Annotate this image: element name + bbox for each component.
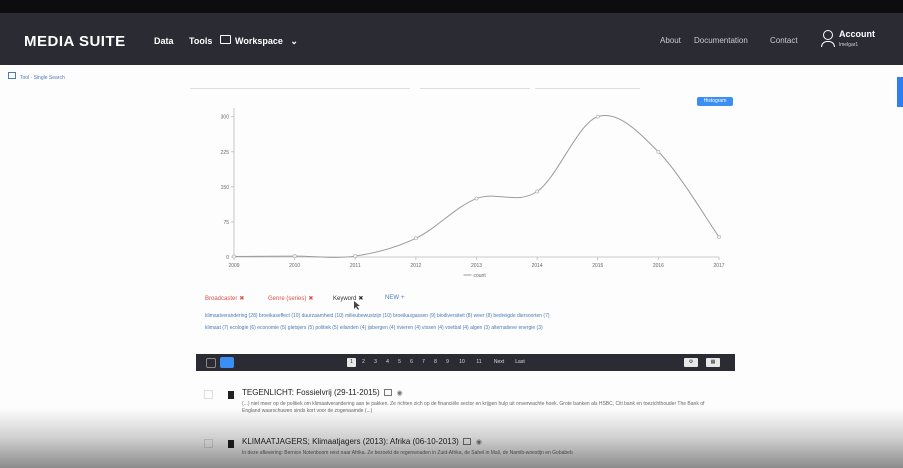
mouse-cursor-icon xyxy=(354,301,360,310)
page-button[interactable]: 6 xyxy=(407,358,416,367)
last-page-button[interactable]: Last xyxy=(512,358,528,367)
page-button[interactable]: 4 xyxy=(383,358,392,367)
timeline-chart: 0 75 150 225 300 2009 2010 2011 2012 2013 2014 2015… xyxy=(221,108,725,279)
result-title[interactable]: KLIMAATJAGERS; Klimaatjagers (2013): Afr… xyxy=(242,437,459,446)
page-button[interactable]: 1 xyxy=(347,358,356,367)
select-all-checkbox[interactable] xyxy=(206,358,216,368)
top-navbar: MEDIA SUITE Data Tools Workspace ⌄ About… xyxy=(0,13,903,65)
account-username: lmelgar1 xyxy=(839,42,859,48)
x-tick-label: 2012 xyxy=(410,263,421,269)
data-point xyxy=(535,189,540,194)
data-point xyxy=(474,196,479,201)
folder-icon xyxy=(220,35,231,44)
close-icon[interactable]: ✖ xyxy=(239,296,244,302)
page-button[interactable]: 9 xyxy=(443,358,452,367)
film-icon[interactable] xyxy=(462,438,471,446)
filter-chip-broadcaster[interactable]: Broadcaster ✖ xyxy=(205,295,244,302)
nav-tools[interactable]: Tools xyxy=(189,36,212,46)
breadcrumb-text[interactable]: Tool · Single Search xyxy=(20,75,65,81)
date-to-field-faded[interactable] xyxy=(535,82,640,89)
page-button[interactable]: 7 xyxy=(419,358,428,367)
x-tick-label: 2013 xyxy=(471,263,482,269)
nav-about[interactable]: About xyxy=(660,36,681,45)
y-tick-label: 225 xyxy=(221,150,230,156)
page-button[interactable]: 3 xyxy=(371,358,380,367)
filter-chip-label: Broadcaster xyxy=(205,296,238,302)
x-tick-label: 2011 xyxy=(350,263,361,269)
calendar-icon[interactable]: ▦ xyxy=(706,358,720,367)
page-button[interactable]: 5 xyxy=(395,358,404,367)
data-point xyxy=(717,234,721,239)
y-tick-label: 150 xyxy=(221,185,230,191)
y-tick-label: 75 xyxy=(223,220,229,226)
filter-chip-genre[interactable]: Genre (series) ✖ xyxy=(268,295,313,302)
result-snippet: In deze aflevering: Bernice Notenboom re… xyxy=(242,450,573,456)
data-point xyxy=(656,149,661,154)
x-tick-label: 2017 xyxy=(713,263,724,269)
result-snippet: (...) niet meer op de politiek om klimaa… xyxy=(242,401,705,414)
x-tick-label: 2015 xyxy=(592,263,603,269)
filter-chip-label: NEW xyxy=(385,295,399,301)
nav-workspace[interactable]: Workspace ⌄ xyxy=(235,36,298,47)
screen-top-border xyxy=(0,0,903,13)
y-tick-label: 0 xyxy=(226,255,229,261)
legend-label: count xyxy=(474,273,487,279)
user-icon xyxy=(821,30,835,47)
result-checkbox[interactable] xyxy=(204,439,213,448)
eye-icon[interactable]: ◉ xyxy=(476,439,482,446)
document-icon xyxy=(228,391,234,399)
keyword-cloud-line-2[interactable]: klimaat (7) ecologie (6) economie (5) gl… xyxy=(205,325,543,331)
results-toolbar: 1 2 3 4 5 6 7 8 9 10 11 Next Last ⚙ ▦ xyxy=(196,354,735,371)
nav-workspace-label: Workspace xyxy=(235,36,283,46)
x-tick-label: 2016 xyxy=(653,263,664,269)
page-button[interactable]: 8 xyxy=(431,358,440,367)
filter-chip-new[interactable]: NEW + xyxy=(385,295,405,301)
data-point xyxy=(353,254,358,258)
result-checkbox[interactable] xyxy=(204,390,213,399)
breadcrumb: Tool · Single Search xyxy=(8,72,65,81)
chevron-down-icon: ⌄ xyxy=(290,36,298,46)
x-tick-label: 2014 xyxy=(532,263,543,269)
x-tick-label: 2009 xyxy=(228,263,239,269)
document-icon xyxy=(228,440,234,448)
eye-icon[interactable]: ◉ xyxy=(397,390,403,397)
date-from-field-faded[interactable] xyxy=(420,82,530,89)
page-button[interactable]: 2 xyxy=(359,358,368,367)
result-title-row[interactable]: KLIMAATJAGERS; Klimaatjagers (2013): Afr… xyxy=(242,437,482,446)
data-point xyxy=(232,254,236,259)
page-button[interactable]: 10 xyxy=(455,358,469,367)
home-icon[interactable] xyxy=(8,72,16,79)
data-point xyxy=(292,254,297,258)
x-tick-label: 2010 xyxy=(289,263,300,269)
film-icon[interactable] xyxy=(383,389,392,397)
account-label[interactable]: Account xyxy=(839,29,875,39)
result-title-row[interactable]: TEGENLICHT: Fossielvrij (29-11-2015) ◉ xyxy=(242,388,403,397)
y-tick-label: 300 xyxy=(221,115,230,121)
scrollbar[interactable] xyxy=(897,77,903,107)
list-view-button[interactable] xyxy=(220,357,234,368)
plus-icon[interactable]: + xyxy=(401,295,405,301)
close-icon[interactable]: ✖ xyxy=(308,296,313,302)
data-point xyxy=(595,114,600,119)
nav-documentation[interactable]: Documentation xyxy=(694,36,748,45)
keyword-cloud-line-1[interactable]: klimaatverandering (28) broeikaseffect (… xyxy=(205,313,550,319)
nav-contact[interactable]: Contact xyxy=(770,36,798,45)
data-point xyxy=(413,236,418,241)
nav-data[interactable]: Data xyxy=(154,36,174,46)
filter-chip-label: Keyword xyxy=(333,296,357,302)
next-page-button[interactable]: Next xyxy=(489,358,509,367)
main-content: Tool · Single Search Histogram 0 75 150 225… xyxy=(0,65,903,468)
brand-logo[interactable]: MEDIA SUITE xyxy=(24,33,126,50)
result-title[interactable]: TEGENLICHT: Fossielvrij (29-11-2015) xyxy=(242,388,380,397)
filter-chip-label: Genre (series) xyxy=(268,296,307,302)
page-button[interactable]: 11 xyxy=(472,358,486,367)
series-line-count xyxy=(233,114,720,258)
search-field-faded[interactable] xyxy=(190,82,410,89)
settings-icon[interactable]: ⚙ xyxy=(684,358,698,367)
